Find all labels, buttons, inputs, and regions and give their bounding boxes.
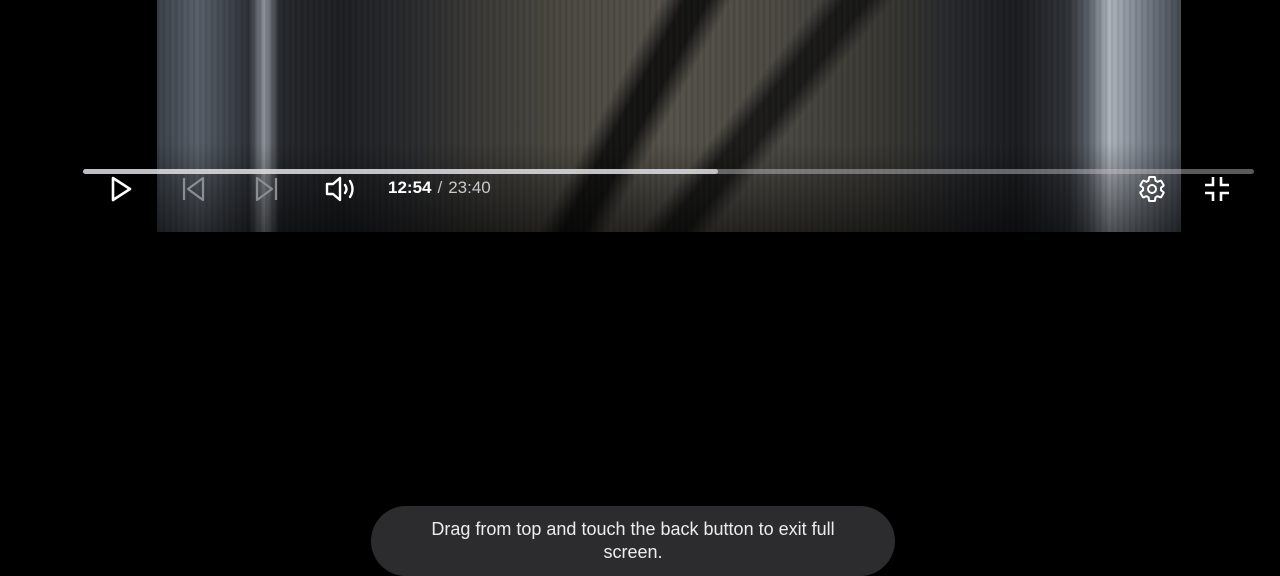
play-button[interactable] [103, 172, 137, 206]
next-button[interactable] [250, 172, 284, 206]
skip-previous-icon [178, 174, 208, 204]
time-separator: / [437, 178, 443, 197]
settings-button[interactable] [1135, 172, 1169, 206]
volume-icon [324, 174, 358, 204]
exit-fullscreen-button[interactable] [1200, 172, 1234, 206]
fullscreen-exit-toast: Drag from top and touch the back button … [371, 506, 895, 576]
skip-next-icon [252, 174, 282, 204]
volume-button[interactable] [324, 172, 358, 206]
toast-message: Drag from top and touch the back button … [431, 519, 835, 562]
previous-button[interactable] [176, 172, 210, 206]
time-display: 12:54 / 23:40 [388, 178, 491, 198]
current-time: 12:54 [388, 178, 432, 197]
play-icon [105, 174, 135, 204]
exit-fullscreen-icon [1201, 173, 1233, 205]
fullscreen-video-player: 12:54 / 23:40 Drag from top and touch the … [0, 0, 1280, 576]
video-frame[interactable] [157, 0, 1181, 232]
duration: 23:40 [448, 178, 491, 197]
gear-icon [1137, 174, 1167, 204]
